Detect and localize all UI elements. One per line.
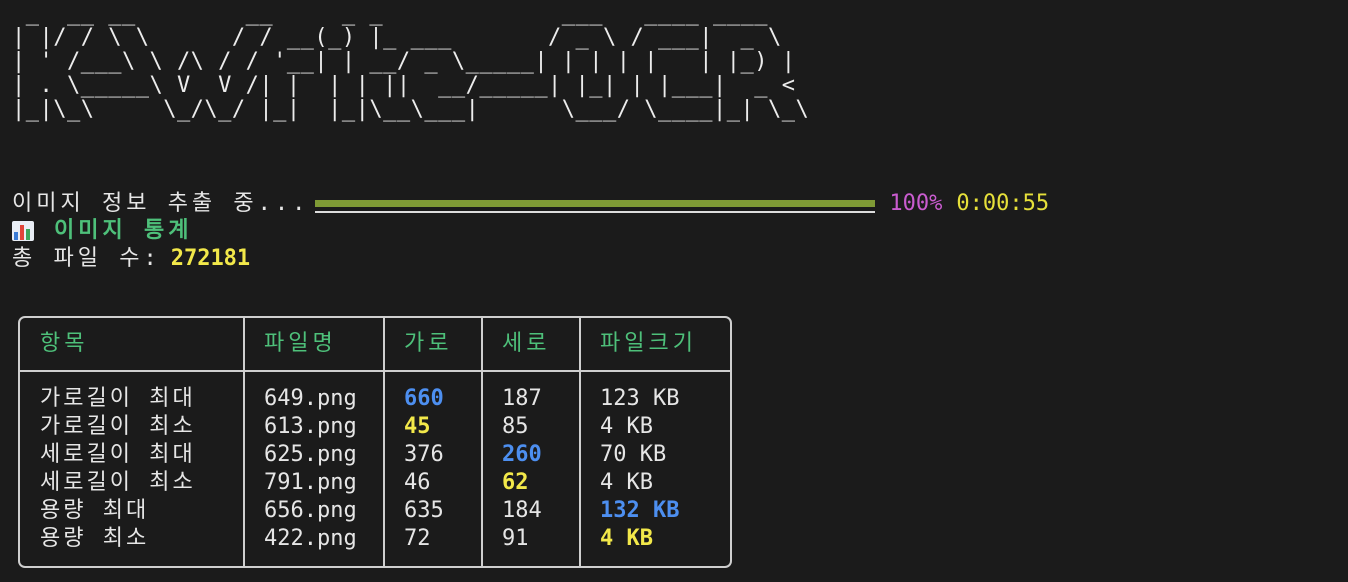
progress-bar-underline	[315, 211, 876, 213]
total-files-line: 총 파일 수: 272181	[12, 245, 250, 273]
cell-filesize: 4 KB	[600, 414, 653, 439]
cell-filesize: 4 KB	[600, 526, 653, 551]
cell-height: 187	[502, 386, 542, 411]
cell-width: 376	[404, 442, 444, 467]
total-files-label: 총 파일 수:	[12, 246, 161, 271]
progress-bar	[315, 190, 876, 218]
stats-heading: 이미지 통계	[12, 217, 192, 245]
cell-filename: 656.png	[264, 498, 357, 523]
progress-line: 이미지 정보 추출 중... 100% 0:00:55	[12, 190, 1049, 218]
cell-filename: 422.png	[264, 526, 357, 551]
cell-filename: 625.png	[264, 442, 357, 467]
header-height: 세로	[502, 331, 551, 356]
total-files-value: 272181	[170, 246, 251, 271]
cell-width: 635	[404, 498, 444, 523]
cell-width: 72	[404, 526, 431, 551]
cell-height: 260	[502, 442, 542, 467]
ascii-banner: _ __ __ __ _ _ ___ ____ ____ | |/ / \ \ …	[12, 1, 810, 122]
cell-item: 가로길이 최소	[40, 414, 196, 439]
cell-filename: 791.png	[264, 470, 357, 495]
cell-item: 세로길이 최소	[40, 470, 196, 495]
progress-percent: 100%	[889, 191, 943, 216]
header-item: 항목	[40, 331, 89, 356]
cell-filename: 649.png	[264, 386, 357, 411]
cell-item: 용량 최소	[40, 526, 150, 551]
progress-label: 이미지 정보 추출 중...	[12, 191, 310, 216]
cell-height: 85	[502, 414, 529, 439]
cell-filename: 613.png	[264, 414, 357, 439]
cell-width: 660	[404, 386, 444, 411]
cell-height: 91	[502, 526, 529, 551]
column-divider	[481, 318, 483, 566]
header-filesize: 파일크기	[600, 331, 697, 356]
progress-bar-fill	[315, 200, 876, 207]
cell-item: 가로길이 최대	[40, 386, 196, 411]
cell-item: 세로길이 최대	[40, 442, 196, 467]
header-width: 가로	[404, 331, 453, 356]
cell-width: 45	[404, 414, 431, 439]
header-divider	[20, 370, 730, 372]
cell-height: 184	[502, 498, 542, 523]
column-divider	[243, 318, 245, 566]
stats-table: 항목 파일명 가로 세로 파일크기 가로길이 최대 649.png 660 187 12…	[18, 316, 732, 568]
cell-filesize: 70 KB	[600, 442, 667, 467]
cell-width: 46	[404, 470, 431, 495]
bar-chart-icon	[12, 221, 34, 241]
progress-elapsed: 0:00:55	[956, 191, 1050, 216]
cell-filesize: 123 KB	[600, 386, 680, 411]
header-filename: 파일명	[264, 331, 337, 356]
column-divider	[383, 318, 385, 566]
cell-filesize: 4 KB	[600, 470, 653, 495]
cell-filesize: 132 KB	[600, 498, 680, 523]
cell-height: 62	[502, 470, 529, 495]
stats-title: 이미지 통계	[54, 218, 193, 243]
cell-item: 용량 최대	[40, 498, 150, 523]
column-divider	[579, 318, 581, 566]
